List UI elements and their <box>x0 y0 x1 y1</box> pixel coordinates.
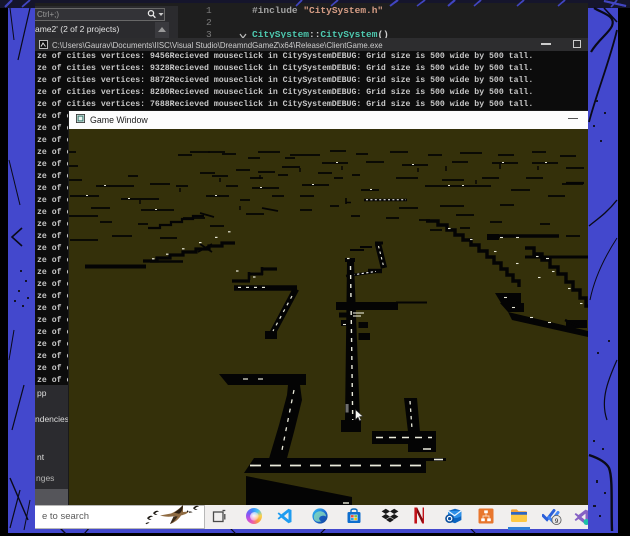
svg-text:9: 9 <box>555 518 559 525</box>
